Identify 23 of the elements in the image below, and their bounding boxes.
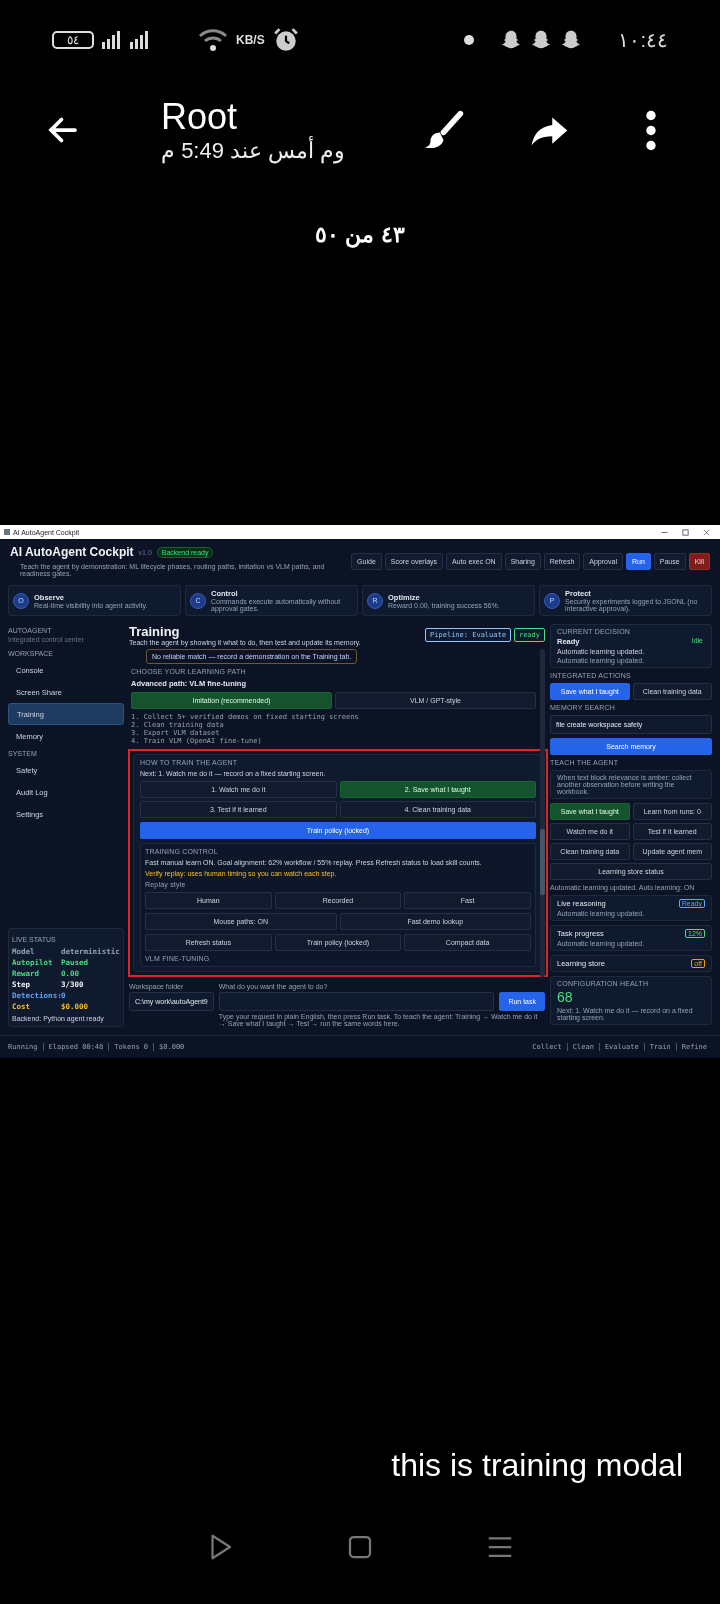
clock: ١٠:٤٤ (618, 28, 668, 52)
image-date: وم أمس عند 5:49 م (161, 138, 346, 164)
ghost-icon (500, 29, 523, 51)
image-counter: ٤٣ من ٥٠ (315, 222, 405, 248)
close-icon (703, 528, 710, 536)
app-icon (4, 529, 10, 535)
maximize-icon (682, 528, 689, 536)
signal-icon (102, 31, 122, 49)
ghost-icon (530, 29, 553, 51)
wifi-icon (198, 28, 228, 52)
page-title: Training (129, 624, 181, 639)
ghost-icon (560, 29, 583, 51)
image-title: Root (161, 96, 239, 138)
alarm-icon (272, 27, 299, 53)
scrollbar[interactable] (540, 649, 545, 977)
signal-icon (130, 31, 150, 49)
caption: this is training modal (391, 1446, 683, 1484)
health-score: 68 (557, 989, 574, 1005)
battery-indicator: ٥٤ (52, 31, 94, 49)
network-speed: KB/S (236, 33, 265, 47)
app-name: AI AutoAgent Cockpit (10, 545, 134, 559)
dot-icon (464, 35, 475, 45)
task-input[interactable] (218, 992, 495, 1011)
